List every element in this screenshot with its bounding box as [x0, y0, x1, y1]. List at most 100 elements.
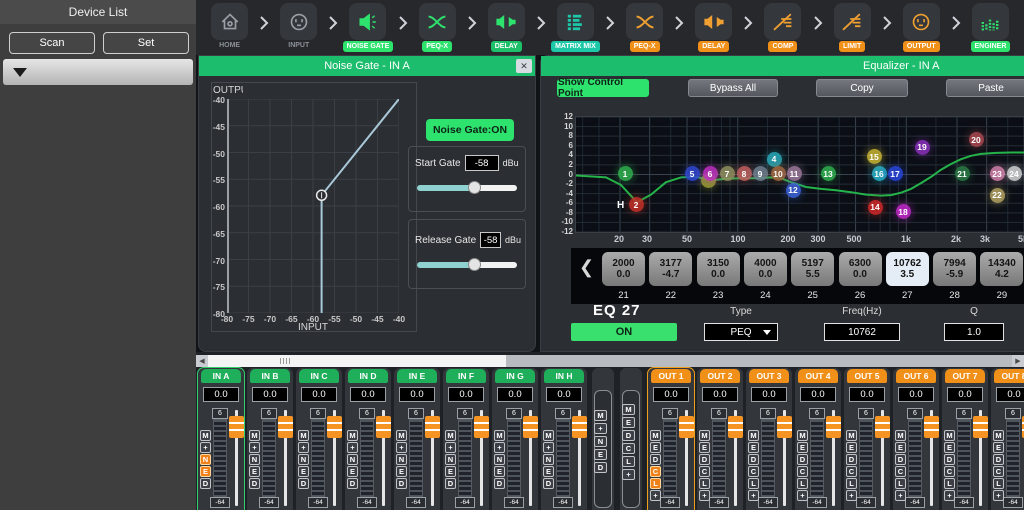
channel-gain-value[interactable]: 0.0: [947, 387, 983, 402]
channel-button-e[interactable]: E: [200, 466, 211, 477]
release-gate-slider-thumb[interactable]: [468, 258, 481, 271]
eq-control-point-17[interactable]: 17: [888, 166, 903, 181]
channel-button-d[interactable]: D: [298, 478, 309, 489]
channel-label[interactable]: IN B: [250, 369, 290, 383]
channel-button-n[interactable]: N: [298, 454, 309, 465]
master-button-n[interactable]: N: [594, 436, 607, 447]
master-button-e[interactable]: E: [594, 449, 607, 460]
channel-button-e[interactable]: E: [846, 442, 857, 453]
channel-button-m[interactable]: M: [650, 430, 661, 441]
channel-button-l[interactable]: L: [993, 478, 1004, 489]
channel-button-e[interactable]: E: [298, 466, 309, 477]
channel-button-m[interactable]: M: [298, 430, 309, 441]
channel-button-l[interactable]: L: [650, 478, 661, 489]
channel-button-n[interactable]: N: [494, 454, 505, 465]
channel-gain-value[interactable]: 0.0: [653, 387, 689, 402]
fader-handle[interactable]: [327, 416, 342, 438]
show-control-point-button[interactable]: Show Control Point: [557, 79, 649, 97]
channel-button-e[interactable]: E: [249, 466, 260, 477]
channel-button-m[interactable]: M: [543, 430, 554, 441]
channel-button-l[interactable]: L: [748, 478, 759, 489]
channel-button-m[interactable]: M: [347, 430, 358, 441]
channel-gain-value[interactable]: 0.0: [399, 387, 435, 402]
channel-label[interactable]: OUT 5: [847, 369, 887, 383]
channel-button-+[interactable]: +: [445, 442, 456, 453]
channel-button-e[interactable]: E: [347, 466, 358, 477]
channel-button-d[interactable]: D: [993, 454, 1004, 465]
master-button-e[interactable]: E: [622, 417, 635, 428]
channel-label[interactable]: OUT 8: [994, 369, 1024, 383]
toolbar-item-home[interactable]: HOME: [202, 3, 257, 49]
channel-button-m[interactable]: M: [249, 430, 260, 441]
channel-button-d[interactable]: D: [200, 478, 211, 489]
channel-button-d[interactable]: D: [797, 454, 808, 465]
start-gate-value[interactable]: -58: [465, 155, 499, 171]
channel-label[interactable]: IN G: [495, 369, 535, 383]
fader-handle[interactable]: [474, 416, 489, 438]
channel-button-+[interactable]: +: [543, 442, 554, 453]
channel-button-m[interactable]: M: [200, 430, 211, 441]
channel-gain-value[interactable]: 0.0: [252, 387, 288, 402]
fader-handle[interactable]: [777, 416, 792, 438]
channel-button-c[interactable]: C: [895, 466, 906, 477]
channel-gain-value[interactable]: 0.0: [203, 387, 239, 402]
channel-button-l[interactable]: L: [797, 478, 808, 489]
channel-button-e[interactable]: E: [699, 442, 710, 453]
set-button[interactable]: Set: [103, 32, 189, 54]
channel-button-m[interactable]: M: [494, 430, 505, 441]
eq-control-point-11[interactable]: 11: [787, 166, 802, 181]
channel-button-+[interactable]: +: [347, 442, 358, 453]
channel-button-m[interactable]: M: [993, 430, 1004, 441]
channel-label[interactable]: OUT 2: [700, 369, 740, 383]
channel-button-m[interactable]: M: [944, 430, 955, 441]
channel-button-+[interactable]: +: [797, 490, 808, 501]
channel-gain-value[interactable]: 0.0: [849, 387, 885, 402]
channel-button-d[interactable]: D: [445, 478, 456, 489]
eq-control-point-14[interactable]: 14: [868, 200, 883, 215]
channel-button-d[interactable]: D: [846, 454, 857, 465]
eq-on-button[interactable]: ON: [571, 323, 677, 341]
fader-handle[interactable]: [826, 416, 841, 438]
fader-handle[interactable]: [679, 416, 694, 438]
fader-handle[interactable]: [278, 416, 293, 438]
eq-band-cell-27[interactable]: 107623.5: [886, 252, 929, 286]
channel-button-n[interactable]: N: [200, 454, 211, 465]
bypass-all-button[interactable]: Bypass All: [688, 79, 778, 97]
toolbar-item-comp[interactable]: COMP: [755, 3, 810, 52]
channel-button-e[interactable]: E: [944, 442, 955, 453]
eq-band-cell-26[interactable]: 63000.0: [839, 252, 882, 286]
toolbar-item-input[interactable]: INPUT: [271, 3, 326, 49]
release-gate-slider[interactable]: [417, 262, 517, 268]
channel-gain-value[interactable]: 0.0: [702, 387, 738, 402]
channel-button-d[interactable]: D: [494, 478, 505, 489]
mixer-scrollbar[interactable]: ◀ ▶: [196, 355, 1024, 367]
channel-button-+[interactable]: +: [494, 442, 505, 453]
type-dropdown[interactable]: PEQ: [704, 323, 778, 341]
eq-control-point-19[interactable]: 19: [915, 140, 930, 155]
channel-button-c[interactable]: C: [748, 466, 759, 477]
scroll-right-icon[interactable]: ▶: [1012, 355, 1024, 367]
channel-button-+[interactable]: +: [944, 490, 955, 501]
channel-gain-value[interactable]: 0.0: [448, 387, 484, 402]
channel-button-m[interactable]: M: [748, 430, 759, 441]
channel-button-l[interactable]: L: [846, 478, 857, 489]
master-button-+[interactable]: +: [594, 423, 607, 434]
eq-control-point-15[interactable]: 15: [867, 149, 882, 164]
eq-control-point-6[interactable]: 6: [703, 166, 718, 181]
fader-handle[interactable]: [523, 416, 538, 438]
eq-control-point-9[interactable]: 9: [753, 166, 768, 181]
channel-label[interactable]: OUT 1: [651, 369, 691, 383]
eq-control-point-12[interactable]: 12: [786, 183, 801, 198]
toolbar-item-limit[interactable]: LIMIT: [825, 3, 880, 52]
channel-button-m[interactable]: M: [445, 430, 456, 441]
channel-button-e[interactable]: E: [445, 466, 456, 477]
master-button-d[interactable]: D: [594, 462, 607, 473]
channel-button-l[interactable]: L: [944, 478, 955, 489]
fader-handle[interactable]: [572, 416, 587, 438]
eq-control-point-21[interactable]: 21: [955, 166, 970, 181]
channel-label[interactable]: OUT 4: [798, 369, 838, 383]
eq-control-point-10[interactable]: 10: [771, 166, 786, 181]
noise-gate-on-button[interactable]: Noise Gate:ON: [426, 119, 514, 141]
eq-control-point-23[interactable]: 23: [990, 166, 1005, 181]
channel-gain-value[interactable]: 0.0: [301, 387, 337, 402]
